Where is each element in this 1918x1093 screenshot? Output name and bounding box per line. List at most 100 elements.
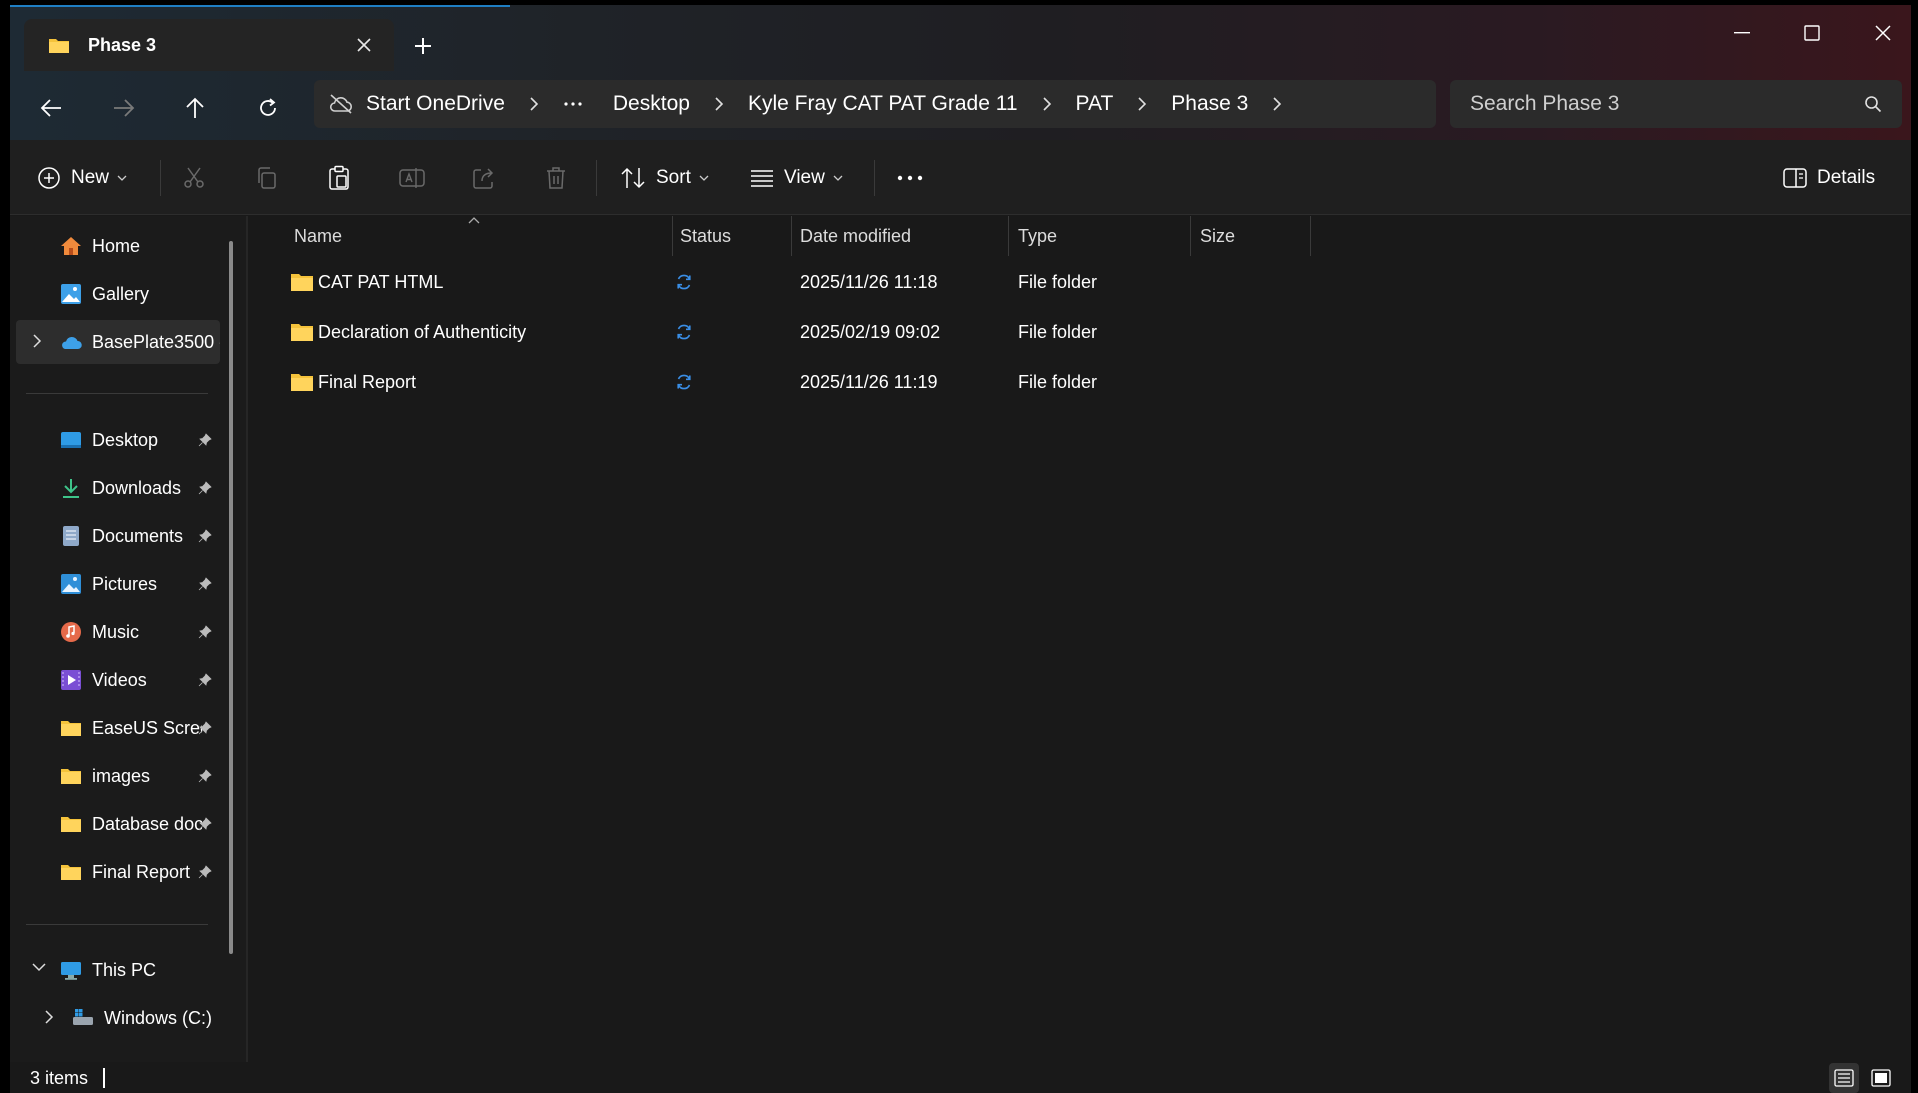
copy-button[interactable] [255,140,279,215]
sidebar-item-label: Database documents [92,814,202,834]
breadcrumb-desktop[interactable]: Desktop [613,92,690,116]
sidebar-item-label: Final Report [92,862,191,882]
sidebar-item-label: BasePlate3500 - Personal [92,332,220,352]
list-view-icon [751,169,773,187]
sort-button[interactable]: Sort [620,140,709,215]
folder-icon [291,274,313,291]
pin-icon[interactable] [198,865,212,879]
pin-icon[interactable] [198,769,212,783]
search-input[interactable]: Search Phase 3 [1450,80,1902,128]
sidebar-item-this-pc[interactable]: This PC [10,948,220,992]
sidebar-scrollbar[interactable] [229,241,233,954]
forward-icon[interactable] [110,94,138,122]
column-divider[interactable] [1310,216,1311,256]
view-button[interactable]: View [750,140,843,215]
sidebar-item-pictures[interactable]: Pictures [10,562,220,606]
more-crumbs-icon[interactable] [563,101,583,107]
search-icon[interactable] [1864,95,1882,113]
breadcrumb-pat[interactable]: PAT [1076,92,1114,116]
file-name: CAT PAT HTML [318,272,444,292]
column-divider[interactable] [672,216,673,256]
delete-button[interactable] [545,140,567,215]
refresh-icon[interactable] [254,94,282,122]
details-view-button[interactable] [1829,1063,1859,1093]
sidebar-item-label: Videos [92,670,147,690]
pin-icon[interactable] [198,481,212,495]
column-header-type[interactable]: Type [1018,216,1057,256]
sidebar-item-documents[interactable]: Documents [10,514,220,558]
pin-icon[interactable] [198,817,212,831]
sidebar-item-label: Home [92,236,141,256]
table-row[interactable]: Declaration of Authenticity 2025/02/19 0… [248,309,1348,357]
scissors-icon [184,167,204,188]
sidebar-item-final-report[interactable]: Final Report [10,850,220,894]
chevron-right-icon[interactable] [1040,97,1054,111]
table-row[interactable]: Final Report 2025/11/26 11:19 File folde… [248,359,1348,407]
column-header-date-modified[interactable]: Date modified [800,216,911,256]
sidebar-item-desktop[interactable]: Desktop [10,418,220,462]
chevron-right-icon[interactable] [1135,97,1149,111]
sidebar-item-windows-c[interactable]: Windows (C:) [10,996,220,1040]
new-button[interactable]: New [37,140,127,215]
pin-icon[interactable] [198,673,212,687]
download-icon [63,479,79,498]
chevron-right-icon[interactable] [44,1010,54,1024]
sidebar-item-gallery[interactable]: Gallery [10,272,220,316]
sidebar-item-label: Documents [92,526,184,546]
column-divider[interactable] [1008,216,1009,256]
column-header-status[interactable]: Status [680,216,731,256]
pin-icon[interactable] [198,577,212,591]
back-icon[interactable] [37,94,65,122]
sidebar-item-label: This PC [92,960,157,980]
details-button[interactable]: Details [1783,140,1875,215]
cut-button[interactable] [182,140,206,215]
chevron-right-icon[interactable] [712,97,726,111]
start-onedrive-button[interactable]: Start OneDrive [366,92,505,116]
sidebar-item-videos[interactable]: Videos [10,658,220,702]
pin-icon[interactable] [198,625,212,639]
close-tab-icon[interactable] [354,35,374,55]
copy-icon [258,166,276,189]
folder-icon [61,769,81,784]
sidebar-item-easeus[interactable]: EaseUS Screen Recorder [10,706,220,750]
file-name: Final Report [318,372,417,392]
chevron-down-icon[interactable] [32,962,46,972]
video-icon [61,670,81,690]
column-header-name[interactable]: Name [294,216,342,256]
folder-icon [291,374,313,391]
breadcrumb-kyle-fray[interactable]: Kyle Fray CAT PAT Grade 11 [748,92,1018,116]
column-divider[interactable] [791,216,792,256]
up-icon[interactable] [181,94,209,122]
sidebar-item-images[interactable]: images [10,754,220,798]
sidebar-item-music[interactable]: Music [10,610,220,654]
sidebar-item-home[interactable]: Home [10,224,220,268]
chevron-right-icon[interactable] [527,97,541,111]
column-divider[interactable] [1190,216,1191,256]
breadcrumb-phase-3[interactable]: Phase 3 [1171,92,1248,116]
rename-button[interactable] [399,140,425,215]
minimize-icon[interactable] [1724,19,1760,47]
accent-line [10,5,510,7]
close-window-icon[interactable] [1865,19,1901,47]
sidebar-item-database-documents[interactable]: Database documents [10,802,220,846]
tab-phase-3[interactable]: Phase 3 [24,19,394,71]
chevron-down-icon [833,175,843,181]
chevron-right-icon[interactable] [32,334,42,348]
pin-icon[interactable] [198,529,212,543]
maximize-icon[interactable] [1794,19,1830,47]
pin-icon[interactable] [198,433,212,447]
pin-icon[interactable] [198,721,212,735]
onedrive-cloud-icon [62,336,82,349]
sidebar-item-onedrive[interactable]: BasePlate3500 - Personal [16,320,220,364]
new-tab-icon[interactable] [412,35,434,57]
status-bar: 3 items [10,1062,1911,1093]
paste-button[interactable] [327,140,351,215]
address-bar[interactable]: Start OneDrive Desktop Kyle Fray CAT PAT… [314,80,1436,128]
table-row[interactable]: CAT PAT HTML 2025/11/26 11:18 File folde… [248,259,1348,307]
chevron-right-icon[interactable] [1270,97,1284,111]
more-options-button[interactable] [897,140,923,215]
sidebar-item-downloads[interactable]: Downloads [10,466,220,510]
share-button[interactable] [472,140,496,215]
large-icons-view-button[interactable] [1866,1063,1896,1093]
column-header-size[interactable]: Size [1200,216,1235,256]
